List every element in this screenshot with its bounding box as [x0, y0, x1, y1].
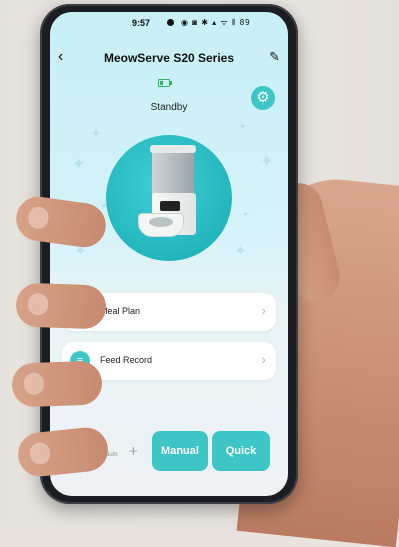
sparkle-decoration: ✦ [234, 243, 247, 260]
battery-icon [158, 79, 172, 87]
status-icons: ◉ ◙ ✱ ▴ ᯤ ⦀ 89 [181, 18, 251, 27]
sparkle-decoration: ✦ [238, 121, 248, 133]
quick-feed-button[interactable]: Quick [212, 431, 270, 471]
device-image [106, 135, 232, 261]
sparkle-decoration: ✦ [72, 156, 86, 173]
chevron-right-icon: › [261, 351, 266, 367]
sparkle-decoration: ✦ [242, 209, 250, 219]
manual-feed-button[interactable]: Manual [152, 431, 208, 471]
top-bar: ‹ MeowServe S20 Series ✎ [50, 48, 288, 70]
increment-button[interactable]: + [129, 443, 138, 460]
sparkle-decoration: ✦ [90, 125, 102, 141]
meal-plan-label: Meal Plan [100, 306, 141, 316]
hand-finger [11, 360, 103, 408]
feed-record-label: Feed Record [100, 355, 153, 365]
status-bar: 9:57 ◉ ◙ ✱ ▴ ᯤ ⦀ 89 [50, 12, 288, 32]
app-screen: 9:57 ◉ ◙ ✱ ▴ ᯤ ⦀ 89 ‹ MeowServe S20 Seri… [50, 12, 288, 496]
battery-level [160, 81, 163, 85]
status-time: 9:57 [132, 18, 151, 28]
gear-icon[interactable]: ⚙ [251, 86, 275, 110]
hand-finger [15, 282, 107, 330]
sparkle-decoration: ✦ [260, 153, 274, 170]
page-title: MeowServe S20 Series [103, 51, 235, 65]
feeder-illustration [136, 145, 202, 245]
pencil-icon[interactable]: ✎ [269, 49, 280, 65]
front-camera [167, 19, 174, 26]
chevron-right-icon: › [261, 302, 266, 318]
